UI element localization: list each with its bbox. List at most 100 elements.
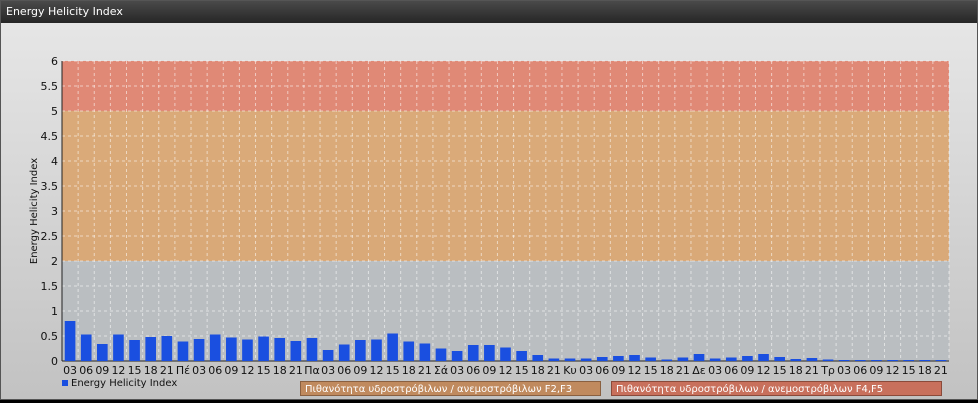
y-tick-label: 0.5 xyxy=(41,330,59,343)
bar xyxy=(403,341,415,361)
bar xyxy=(306,338,318,361)
x-tick-label: 18 xyxy=(789,364,803,377)
bar xyxy=(564,358,576,361)
y-tick-label: 4 xyxy=(51,155,58,168)
bar xyxy=(274,338,286,361)
bar xyxy=(516,351,527,361)
bar xyxy=(645,357,656,361)
bar xyxy=(935,360,947,361)
x-tick-label: 18 xyxy=(144,364,158,377)
x-tick-label: 09 xyxy=(869,364,883,377)
x-tick-label: 15 xyxy=(902,364,916,377)
x-tick-label: 15 xyxy=(515,364,529,377)
y-tick-label: 2 xyxy=(51,255,58,268)
bar xyxy=(838,360,850,361)
bar xyxy=(661,359,673,361)
bar xyxy=(226,337,237,361)
bar xyxy=(371,339,382,361)
bar xyxy=(80,334,92,361)
x-tick-label: 18 xyxy=(402,364,416,377)
bar xyxy=(484,345,495,361)
x-tick-label: 12 xyxy=(240,364,254,377)
x-tick-label: 06 xyxy=(595,364,609,377)
bar xyxy=(693,354,705,361)
y-tick-label: 5 xyxy=(51,105,58,118)
x-tick-label: 21 xyxy=(289,364,303,377)
x-tick-label: 09 xyxy=(482,364,496,377)
x-tick-label: 09 xyxy=(95,364,109,377)
x-tick-label: 03 xyxy=(708,364,722,377)
x-tick-label: 06 xyxy=(466,364,480,377)
bar xyxy=(790,359,802,361)
x-tick-label: 09 xyxy=(353,364,367,377)
x-tick-label: 15 xyxy=(386,364,400,377)
bar xyxy=(338,344,350,361)
x-tick-label: 15 xyxy=(644,364,658,377)
x-tick-label: 03 xyxy=(837,364,851,377)
bar xyxy=(774,357,785,361)
x-tick-label: 06 xyxy=(853,364,867,377)
bar xyxy=(725,357,737,361)
ehi-chart: 0 0.5 1 1.5 2 2.5 3 3.5 4 4.5 5 5.5 6 Energy Helicity… xyxy=(29,55,950,389)
bar xyxy=(113,334,124,361)
y-tick-label: 4.5 xyxy=(41,130,59,143)
x-tick-label: 09 xyxy=(224,364,238,377)
x-tick-label: 09 xyxy=(740,364,754,377)
bar xyxy=(435,348,447,361)
legend-f2f3: Πιθανότητα υδροστρόβιλων / ανεμοστρόβιλω… xyxy=(300,381,601,396)
x-tick-label: 21 xyxy=(805,364,819,377)
bar xyxy=(500,347,511,361)
bar xyxy=(629,355,640,361)
x-tick-label: 18 xyxy=(660,364,674,377)
x-tick-label: Πα xyxy=(304,364,320,377)
y-tick-label: 5.5 xyxy=(41,80,59,93)
x-tick-label: 12 xyxy=(111,364,125,377)
window-title: Energy Helicity Index xyxy=(1,1,977,23)
x-tick-label: 06 xyxy=(724,364,738,377)
bar xyxy=(242,339,253,361)
bar xyxy=(903,360,915,361)
x-tick-label: 12 xyxy=(628,364,642,377)
bar xyxy=(145,337,157,361)
bar xyxy=(387,333,398,361)
bar xyxy=(96,344,108,361)
bar xyxy=(806,358,818,361)
x-tick-label: 18 xyxy=(273,364,287,377)
bar xyxy=(758,354,769,361)
x-tick-label: 15 xyxy=(257,364,271,377)
x-tick-label: 09 xyxy=(611,364,625,377)
legend-marker xyxy=(62,380,68,386)
bar xyxy=(871,360,882,361)
x-tick-label: 03 xyxy=(63,364,77,377)
chart-window: Energy Helicity Index 0 0.5 1 1.5 2 2.5 3 3.5 4 4… xyxy=(0,0,978,400)
bar xyxy=(177,341,189,361)
x-tick-label: 12 xyxy=(757,364,771,377)
bar xyxy=(596,357,608,361)
bar xyxy=(919,360,931,361)
bar xyxy=(467,345,479,361)
x-tick-label: 03 xyxy=(450,364,464,377)
bar xyxy=(613,356,624,361)
bar xyxy=(322,350,334,361)
bar xyxy=(532,355,544,361)
x-tick-label: Δε xyxy=(692,364,706,377)
bar xyxy=(580,358,592,361)
bar xyxy=(854,360,866,361)
x-tick-label: 18 xyxy=(918,364,932,377)
legend-label: Energy Helicity Index xyxy=(71,378,177,389)
x-tick-label: 03 xyxy=(321,364,335,377)
x-tick-label: 21 xyxy=(160,364,174,377)
x-tick-label: 15 xyxy=(128,364,142,377)
x-tick-label: 12 xyxy=(369,364,383,377)
x-tick-label: 06 xyxy=(79,364,93,377)
x-tick-label: 21 xyxy=(676,364,690,377)
bar xyxy=(129,340,140,361)
x-tick-label: 15 xyxy=(773,364,787,377)
bar xyxy=(161,336,173,361)
y-tick-label: 1.5 xyxy=(41,280,59,293)
y-tick-label: 0 xyxy=(51,355,58,368)
x-tick-label: 18 xyxy=(531,364,545,377)
x-tick-label: Κυ xyxy=(563,364,577,377)
y-tick-label: 6 xyxy=(51,55,58,68)
bar xyxy=(677,357,689,361)
